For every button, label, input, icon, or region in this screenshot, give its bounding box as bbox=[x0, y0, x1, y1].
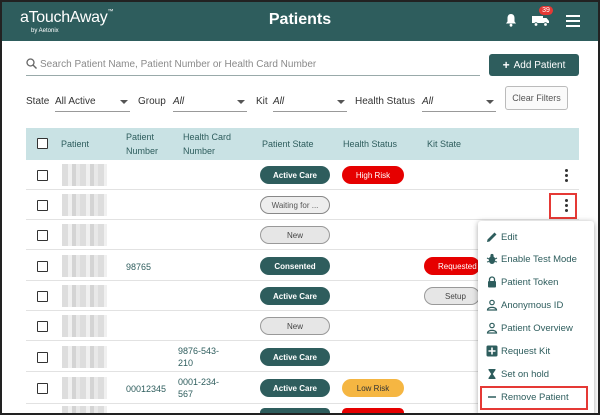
patient-name-redacted bbox=[62, 224, 107, 246]
patient-number: 00012345 bbox=[126, 384, 167, 394]
select-all-checkbox[interactable] bbox=[37, 138, 48, 149]
menu-item-enable-test-mode[interactable]: Enable Test Mode bbox=[486, 250, 577, 268]
row-checkbox[interactable] bbox=[37, 352, 48, 363]
search-icon bbox=[26, 58, 37, 69]
menu-item-edit[interactable]: Edit bbox=[486, 228, 517, 246]
patient-name-redacted bbox=[62, 377, 107, 399]
menu-item-set-on-hold[interactable]: Set on hold bbox=[486, 365, 549, 383]
group-filter-label: Group bbox=[138, 96, 166, 107]
lock-icon bbox=[488, 276, 496, 288]
kit-filter-label: Kit bbox=[256, 96, 268, 107]
group-filter-select[interactable]: All bbox=[173, 92, 247, 112]
menu-item-anonymous-id[interactable]: Anonymous ID bbox=[486, 296, 563, 314]
menu-item-patient-token[interactable]: Patient Token bbox=[486, 273, 558, 291]
col-patient-state[interactable]: Patient State bbox=[262, 137, 314, 151]
more-options-icon[interactable] bbox=[565, 169, 569, 183]
notification-badge: 39 bbox=[539, 6, 553, 15]
kit-state-pill: Requested bbox=[424, 257, 480, 275]
search-bar bbox=[26, 54, 480, 76]
patient-name-redacted bbox=[62, 406, 107, 413]
table-row[interactable]: Active Care High Risk bbox=[26, 160, 579, 190]
patient-state-pill bbox=[260, 408, 330, 413]
patient-state-pill: Active Care bbox=[260, 166, 330, 184]
row-checkbox[interactable] bbox=[37, 200, 48, 211]
health-status-filter-label: Health Status bbox=[355, 96, 416, 107]
col-patient-number[interactable]: Patient Number bbox=[126, 130, 158, 158]
patient-name-redacted bbox=[62, 164, 107, 186]
health-status-pill: Low Risk bbox=[342, 379, 404, 397]
table-header: Patient Patient Number Health Card Number … bbox=[26, 128, 579, 160]
chevron-down-icon bbox=[486, 100, 494, 104]
patient-state-pill: Active Care bbox=[260, 379, 330, 397]
state-filter-label: State bbox=[26, 96, 50, 107]
kit-state-pill: Setup bbox=[424, 287, 480, 305]
col-health-card-number[interactable]: Health Card Number bbox=[183, 130, 231, 158]
col-health-status[interactable]: Health Status bbox=[343, 137, 397, 151]
patient-number: 98765 bbox=[126, 262, 152, 272]
person-icon bbox=[486, 322, 498, 334]
patient-name-redacted bbox=[62, 194, 107, 216]
row-checkbox[interactable] bbox=[37, 383, 48, 394]
menu-item-patient-overview[interactable]: Patient Overview bbox=[486, 319, 573, 337]
col-kit-state[interactable]: Kit State bbox=[427, 137, 461, 151]
row-checkbox[interactable] bbox=[37, 261, 48, 272]
health-status-filter-select[interactable]: All bbox=[422, 92, 496, 112]
search-input[interactable] bbox=[40, 55, 476, 73]
truck-icon[interactable] bbox=[532, 13, 550, 27]
patient-name-redacted bbox=[62, 346, 107, 368]
remove-patient-highlight-box bbox=[480, 386, 588, 410]
kebab-highlight-box bbox=[549, 193, 577, 219]
top-bar: aTouchAway™ by Aetonix Patients 39 bbox=[2, 2, 598, 41]
add-patient-button[interactable]: + Add Patient bbox=[489, 54, 579, 76]
health-status-pill bbox=[342, 408, 404, 413]
hourglass-icon bbox=[488, 369, 496, 379]
chevron-down-icon bbox=[120, 100, 128, 104]
menu-item-request-kit[interactable]: Request Kit bbox=[486, 342, 550, 360]
clear-filters-button[interactable]: Clear Filters bbox=[505, 86, 568, 110]
patient-state-pill: Active Care bbox=[260, 348, 330, 366]
health-status-pill: High Risk bbox=[342, 166, 404, 184]
plus-icon: + bbox=[502, 58, 510, 72]
bug-icon bbox=[486, 253, 498, 264]
patient-state-pill: Consented bbox=[260, 257, 330, 275]
health-card-number: 9876-543- 210 bbox=[178, 346, 220, 368]
table-row[interactable]: Waiting for ... bbox=[26, 190, 579, 220]
add-box-icon bbox=[486, 345, 498, 357]
col-patient[interactable]: Patient bbox=[61, 137, 89, 151]
patient-name-redacted bbox=[62, 285, 107, 307]
patient-name-redacted bbox=[62, 315, 107, 337]
chevron-down-icon bbox=[237, 100, 245, 104]
row-checkbox[interactable] bbox=[37, 321, 48, 332]
bell-icon[interactable] bbox=[505, 13, 517, 27]
row-checkbox[interactable] bbox=[37, 170, 48, 181]
row-checkbox[interactable] bbox=[37, 230, 48, 241]
health-card-number: 0001-234- 567 bbox=[178, 377, 220, 399]
app-frame: aTouchAway™ by Aetonix Patients 39 + Add… bbox=[0, 0, 600, 415]
kit-filter-select[interactable]: All bbox=[273, 92, 347, 112]
patient-state-pill: Active Care bbox=[260, 287, 330, 305]
row-checkbox[interactable] bbox=[37, 291, 48, 302]
patient-state-pill: Waiting for ... bbox=[260, 196, 330, 214]
state-filter-select[interactable]: All Active bbox=[55, 92, 130, 112]
patient-name-redacted bbox=[62, 255, 107, 277]
chevron-down-icon bbox=[337, 100, 345, 104]
patient-state-pill: New bbox=[260, 226, 330, 244]
person-outline-icon bbox=[486, 299, 498, 311]
hamburger-menu-icon[interactable] bbox=[566, 15, 580, 27]
pencil-icon bbox=[487, 232, 497, 242]
patient-state-pill: New bbox=[260, 317, 330, 335]
